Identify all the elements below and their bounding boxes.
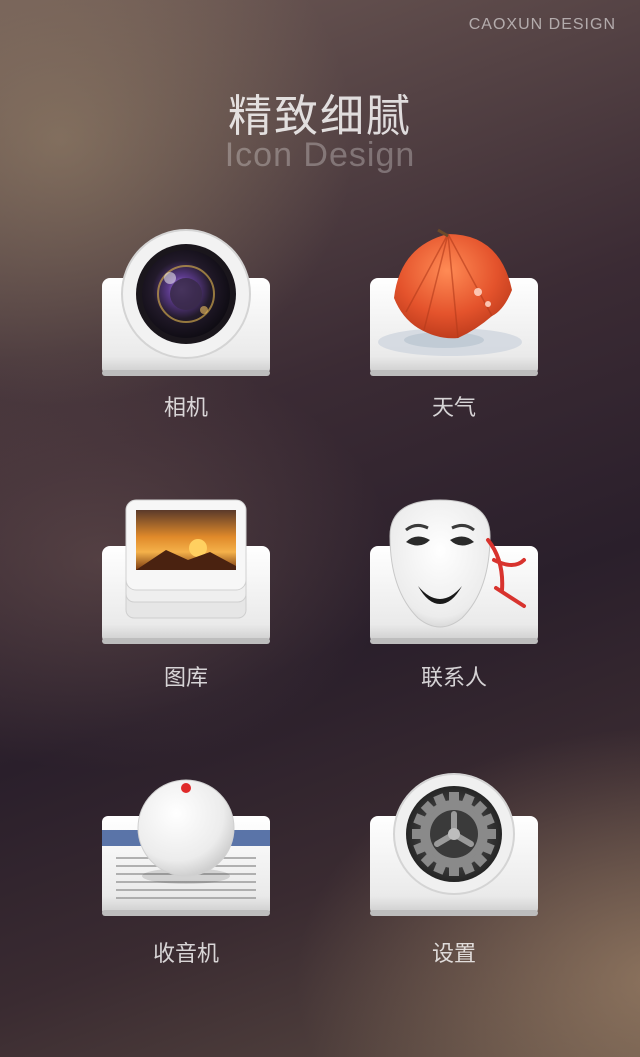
page-title: 精致细腻 xyxy=(228,91,412,142)
brand-label: CAOXUN DESIGN xyxy=(468,16,616,33)
app-label-settings: 设置 xyxy=(431,942,476,967)
camera-icon xyxy=(102,229,270,376)
app-gallery[interactable]: 图库 xyxy=(86,499,286,700)
app-settings[interactable]: 设置 xyxy=(354,773,554,976)
app-camera[interactable]: 相机 xyxy=(86,229,286,430)
weather-umbrella-icon xyxy=(370,228,538,376)
app-label-gallery: 图库 xyxy=(163,666,208,691)
gallery-photo-icon xyxy=(102,499,270,644)
contacts-mask-icon xyxy=(370,499,538,644)
app-label-radio: 收音机 xyxy=(152,942,219,967)
radio-dial-icon xyxy=(102,779,270,916)
page-subtitle: Icon Design xyxy=(224,136,416,174)
app-contacts[interactable]: 联系人 xyxy=(354,499,554,700)
app-label-weather: 天气 xyxy=(431,396,476,421)
settings-gear-icon xyxy=(370,773,538,916)
app-radio[interactable]: 收音机 xyxy=(86,776,286,976)
app-label-contacts: 联系人 xyxy=(420,666,487,691)
app-label-camera: 相机 xyxy=(163,396,208,421)
app-weather[interactable]: 天气 xyxy=(354,228,554,430)
